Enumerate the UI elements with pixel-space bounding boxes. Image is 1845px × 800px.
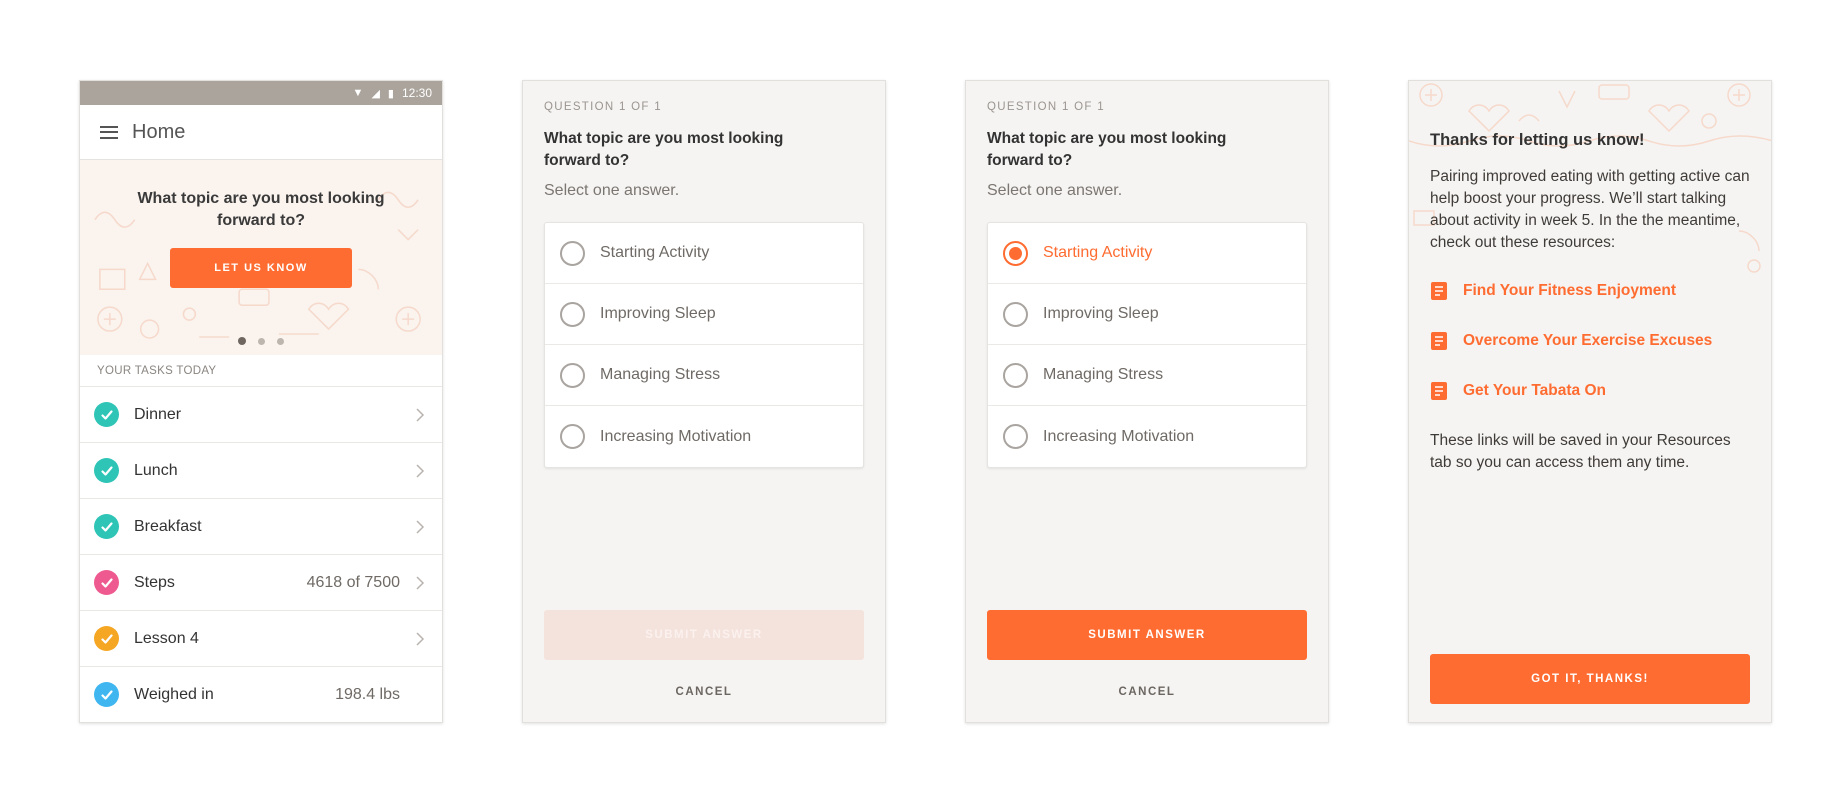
- option-label: Increasing Motivation: [600, 427, 752, 445]
- thanks-title: Thanks for letting us know!: [1430, 131, 1645, 149]
- chevron-right-icon: [416, 575, 425, 590]
- status-bar: ▼ ◢ ▮ 12:30: [80, 81, 442, 105]
- radio-button[interactable]: [560, 301, 585, 327]
- carousel-dot[interactable]: [258, 337, 265, 345]
- radio-button[interactable]: [1003, 424, 1028, 449]
- document-icon: [1431, 282, 1447, 300]
- radio-button[interactable]: [1003, 240, 1028, 266]
- option-label: Increasing Motivation: [1043, 427, 1195, 445]
- option-label: Improving Sleep: [1043, 305, 1159, 322]
- task-label: Breakfast: [134, 517, 202, 535]
- task-label: Weighed in: [134, 685, 214, 703]
- carousel-dot[interactable]: [238, 337, 246, 345]
- thanks-body: Pairing improved eating with getting act…: [1430, 168, 1750, 251]
- resource-link[interactable]: Find Your Fitness Enjoyment: [1430, 266, 1750, 316]
- question-title: What topic are you most looking forward …: [987, 130, 1227, 169]
- radio-button[interactable]: [560, 240, 585, 266]
- resource-label: Get Your Tabata On: [1463, 382, 1606, 399]
- check-icon: [94, 682, 119, 707]
- submit-answer-button[interactable]: SUBMIT ANSWER: [987, 610, 1307, 660]
- tasks-header: YOUR TASKS TODAY: [80, 355, 442, 387]
- signal-icon: ◢: [371, 87, 380, 100]
- got-it-button[interactable]: GOT IT, THANKS!: [1430, 654, 1750, 704]
- resource-link[interactable]: Get Your Tabata On: [1430, 366, 1750, 416]
- resource-label: Overcome Your Exercise Excuses: [1463, 332, 1713, 349]
- answer-option[interactable]: Managing Stress: [545, 345, 863, 406]
- check-icon: [94, 570, 119, 595]
- radio-button[interactable]: [1003, 362, 1028, 388]
- document-icon: [1431, 382, 1447, 400]
- question-screen-unanswered: QUESTION 1 OF 1 What topic are you most …: [522, 80, 886, 723]
- task-label: Dinner: [134, 405, 182, 423]
- task-row[interactable]: Dinner: [80, 387, 442, 443]
- app-bar: Home: [80, 105, 442, 160]
- resource-link[interactable]: Overcome Your Exercise Excuses: [1430, 316, 1750, 366]
- cancel-button[interactable]: CANCEL: [966, 686, 1328, 698]
- home-screen: ▼ ◢ ▮ 12:30 Home What topic are you most…: [79, 80, 443, 723]
- task-value: 198.4 lbs: [335, 685, 400, 703]
- task-list: Dinner Lunch Breakfast Steps 4618 of 7500 Les…: [80, 387, 442, 722]
- option-label: Starting Activity: [600, 244, 710, 261]
- carousel-dots: [80, 337, 442, 345]
- option-label: Improving Sleep: [600, 305, 716, 322]
- task-label: Lesson 4: [134, 629, 199, 647]
- answer-option[interactable]: Managing Stress: [988, 345, 1306, 406]
- let-us-know-button[interactable]: LET US KNOW: [170, 248, 352, 288]
- battery-icon: ▮: [387, 87, 394, 100]
- task-value: 4618 of 7500: [306, 573, 400, 591]
- answer-options: Starting Activity Improving Sleep Managing…: [544, 222, 864, 468]
- answer-option[interactable]: Starting Activity: [545, 223, 863, 284]
- radio-button[interactable]: [560, 362, 585, 388]
- answer-option[interactable]: Increasing Motivation: [988, 406, 1306, 467]
- question-count: QUESTION 1 OF 1: [987, 101, 1105, 113]
- task-row[interactable]: Weighed in 198.4 lbs: [80, 667, 442, 722]
- status-time: 12:30: [401, 86, 432, 100]
- question-subtitle: Select one answer.: [987, 182, 1123, 199]
- hero-card: What topic are you most looking forward …: [80, 160, 442, 355]
- task-row[interactable]: Lunch: [80, 443, 442, 499]
- option-label: Starting Activity: [1043, 244, 1153, 261]
- chevron-right-icon: [416, 407, 425, 422]
- radio-button[interactable]: [560, 424, 585, 449]
- check-icon: [94, 458, 119, 483]
- answer-option[interactable]: Improving Sleep: [988, 284, 1306, 345]
- chevron-right-icon: [416, 631, 425, 646]
- chevron-right-icon: [416, 463, 425, 478]
- document-icon: [1431, 332, 1447, 350]
- task-row[interactable]: Steps 4618 of 7500: [80, 555, 442, 611]
- check-icon: [94, 402, 119, 427]
- resource-label: Find Your Fitness Enjoyment: [1463, 282, 1677, 299]
- task-label: Lunch: [134, 461, 178, 479]
- radio-button[interactable]: [1003, 301, 1028, 327]
- check-icon: [94, 626, 119, 651]
- task-row[interactable]: Breakfast: [80, 499, 442, 555]
- app-title: Home: [132, 120, 186, 143]
- option-label: Managing Stress: [1043, 366, 1164, 383]
- thanks-screen: Thanks for letting us know! Pairing impr…: [1408, 80, 1772, 723]
- option-label: Managing Stress: [600, 366, 721, 383]
- answer-options: Starting Activity Improving Sleep Managing…: [987, 222, 1307, 468]
- submit-answer-button: SUBMIT ANSWER: [544, 610, 864, 660]
- answer-option[interactable]: Increasing Motivation: [545, 406, 863, 467]
- menu-icon[interactable]: [100, 125, 118, 139]
- resource-list: Find Your Fitness Enjoyment Overcome Your…: [1430, 266, 1750, 416]
- answer-option[interactable]: Starting Activity: [988, 223, 1306, 284]
- thanks-footer: These links will be saved in your Resour…: [1430, 432, 1731, 471]
- hero-question: What topic are you most looking forward …: [137, 190, 385, 229]
- task-row[interactable]: Lesson 4: [80, 611, 442, 667]
- question-title: What topic are you most looking forward …: [544, 130, 784, 169]
- carousel-dot[interactable]: [277, 337, 284, 345]
- cancel-button[interactable]: CANCEL: [523, 686, 885, 698]
- chevron-right-icon: [416, 519, 425, 534]
- question-subtitle: Select one answer.: [544, 182, 680, 199]
- question-count: QUESTION 1 OF 1: [544, 101, 662, 113]
- task-label: Steps: [134, 573, 175, 591]
- check-icon: [94, 514, 119, 539]
- answer-option[interactable]: Improving Sleep: [545, 284, 863, 345]
- question-screen-answered: QUESTION 1 OF 1 What topic are you most …: [965, 80, 1329, 723]
- wifi-icon: ▼: [352, 87, 364, 99]
